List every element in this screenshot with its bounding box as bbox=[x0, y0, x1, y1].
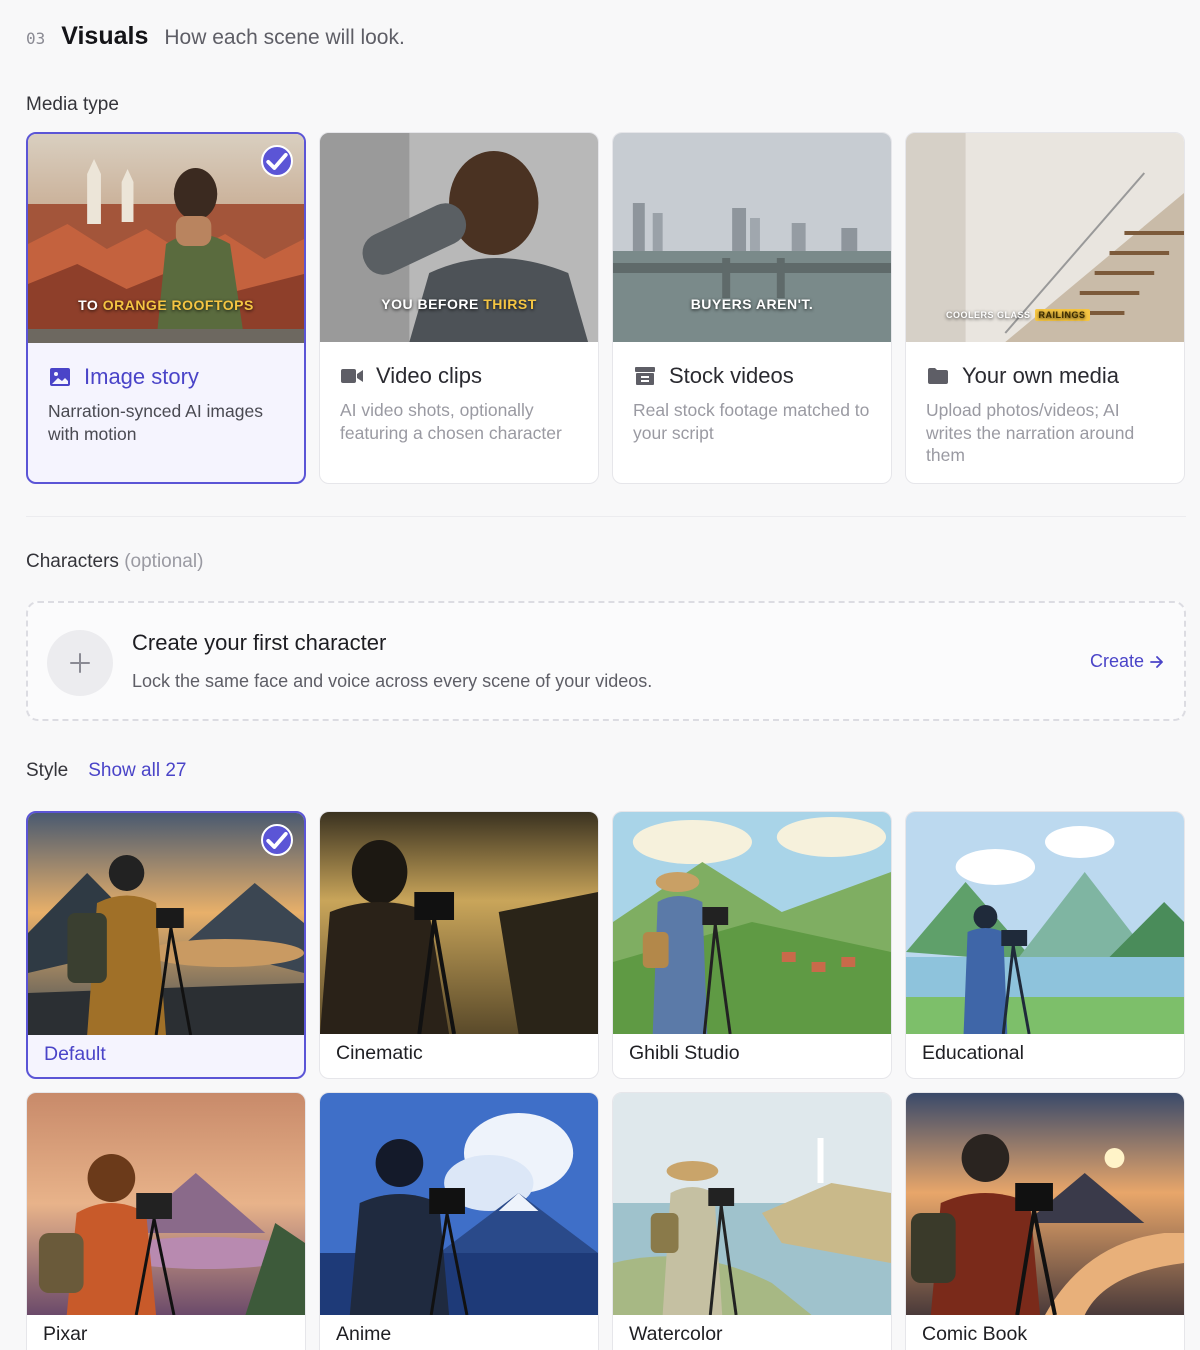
thumbnail-caption: COOLERS GLASS RAILINGS bbox=[946, 309, 1184, 321]
arrow-right-icon bbox=[1150, 655, 1163, 668]
style-name: Watercolor bbox=[629, 1323, 723, 1345]
style-thumbnail bbox=[613, 1093, 891, 1315]
thumbnail-caption: BUYERS AREN'T. bbox=[690, 296, 814, 312]
thumbnail-caption: YOU BEFORE THIRST bbox=[381, 296, 537, 312]
style-card-ghibli-studio[interactable]: Ghibli Studio bbox=[612, 811, 892, 1079]
create-character-panel[interactable]: Create your first character Lock the sam… bbox=[26, 601, 1186, 721]
media-card-title: Stock videos bbox=[669, 363, 794, 388]
style-card-pixar[interactable]: Pixar bbox=[26, 1092, 306, 1350]
style-thumbnail bbox=[906, 1093, 1184, 1315]
media-card-your-own-media[interactable]: COOLERS GLASS RAILINGS Your own media Upl… bbox=[905, 132, 1185, 484]
style-card-anime[interactable]: Anime bbox=[319, 1092, 599, 1350]
style-thumbnail bbox=[320, 812, 598, 1034]
style-name: Default bbox=[44, 1043, 106, 1065]
create-character-link[interactable]: Create bbox=[1090, 651, 1164, 672]
style-name: Cinematic bbox=[336, 1042, 423, 1064]
media-type-options: TO ORANGE ROOFTOPS Image story Narration… bbox=[26, 132, 1186, 484]
section-subtitle: How each scene will look. bbox=[164, 26, 405, 49]
section-divider bbox=[26, 516, 1186, 517]
archive-icon bbox=[633, 364, 657, 388]
media-card-title: Video clips bbox=[376, 363, 482, 388]
media-card-image-story[interactable]: TO ORANGE ROOFTOPS Image story Narration… bbox=[26, 132, 306, 484]
media-card-description: Real stock footage matched to your scrip… bbox=[633, 400, 870, 443]
image-icon bbox=[48, 365, 72, 389]
selected-check-icon bbox=[261, 824, 293, 856]
selected-check-icon bbox=[261, 145, 293, 177]
style-label: Style bbox=[26, 760, 69, 781]
step-number: 03 bbox=[26, 29, 46, 48]
thumbnail-caption: TO ORANGE ROOFTOPS bbox=[78, 297, 254, 313]
style-name: Educational bbox=[922, 1042, 1024, 1064]
media-type-label: Media type bbox=[26, 94, 119, 115]
style-name: Pixar bbox=[43, 1323, 88, 1345]
section-header: 03 Visuals How each scene will look. bbox=[26, 22, 405, 51]
style-thumbnail bbox=[320, 1093, 598, 1315]
media-card-video-clips[interactable]: YOU BEFORE THIRST Video clips AI video s… bbox=[319, 132, 599, 484]
style-thumbnail bbox=[27, 1093, 305, 1315]
video-camera-icon bbox=[340, 364, 364, 388]
media-card-stock-videos[interactable]: BUYERS AREN'T. Stock videos Real stock f… bbox=[612, 132, 892, 484]
media-card-title: Image story bbox=[84, 364, 199, 389]
media-card-description: Upload photos/videos; AI writes the narr… bbox=[926, 400, 1135, 465]
style-card-educational[interactable]: Educational bbox=[905, 811, 1185, 1079]
folder-icon bbox=[926, 364, 950, 388]
style-name: Ghibli Studio bbox=[629, 1042, 740, 1064]
style-thumbnail bbox=[906, 812, 1184, 1034]
style-header: Style Show all 27 bbox=[26, 760, 186, 782]
style-thumbnail bbox=[613, 812, 891, 1034]
section-title: Visuals bbox=[61, 22, 149, 50]
your-own-media-thumbnail: COOLERS GLASS RAILINGS bbox=[906, 133, 1184, 342]
media-card-description: AI video shots, optionally featuring a c… bbox=[340, 400, 562, 443]
style-card-default[interactable]: Default bbox=[26, 811, 306, 1079]
video-clips-thumbnail: YOU BEFORE THIRST bbox=[320, 133, 598, 342]
style-card-cinematic[interactable]: Cinematic bbox=[319, 811, 599, 1079]
image-story-thumbnail: TO ORANGE ROOFTOPS bbox=[28, 134, 304, 343]
media-card-title: Your own media bbox=[962, 363, 1119, 388]
create-character-title: Create your first character bbox=[132, 630, 387, 655]
create-character-description: Lock the same face and voice across ever… bbox=[132, 671, 653, 691]
style-name: Anime bbox=[336, 1323, 392, 1345]
show-all-styles-link[interactable]: Show all 27 bbox=[88, 760, 186, 782]
style-thumbnail bbox=[28, 813, 304, 1035]
media-card-description: Narration-synced AI images with motion bbox=[48, 401, 263, 444]
characters-label: Characters (optional) bbox=[26, 551, 204, 572]
style-card-watercolor[interactable]: Watercolor bbox=[612, 1092, 892, 1350]
style-name: Comic Book bbox=[922, 1323, 1028, 1345]
stock-videos-thumbnail: BUYERS AREN'T. bbox=[613, 133, 891, 342]
plus-icon[interactable] bbox=[47, 630, 113, 696]
style-card-comic-book[interactable]: Comic Book bbox=[905, 1092, 1185, 1350]
